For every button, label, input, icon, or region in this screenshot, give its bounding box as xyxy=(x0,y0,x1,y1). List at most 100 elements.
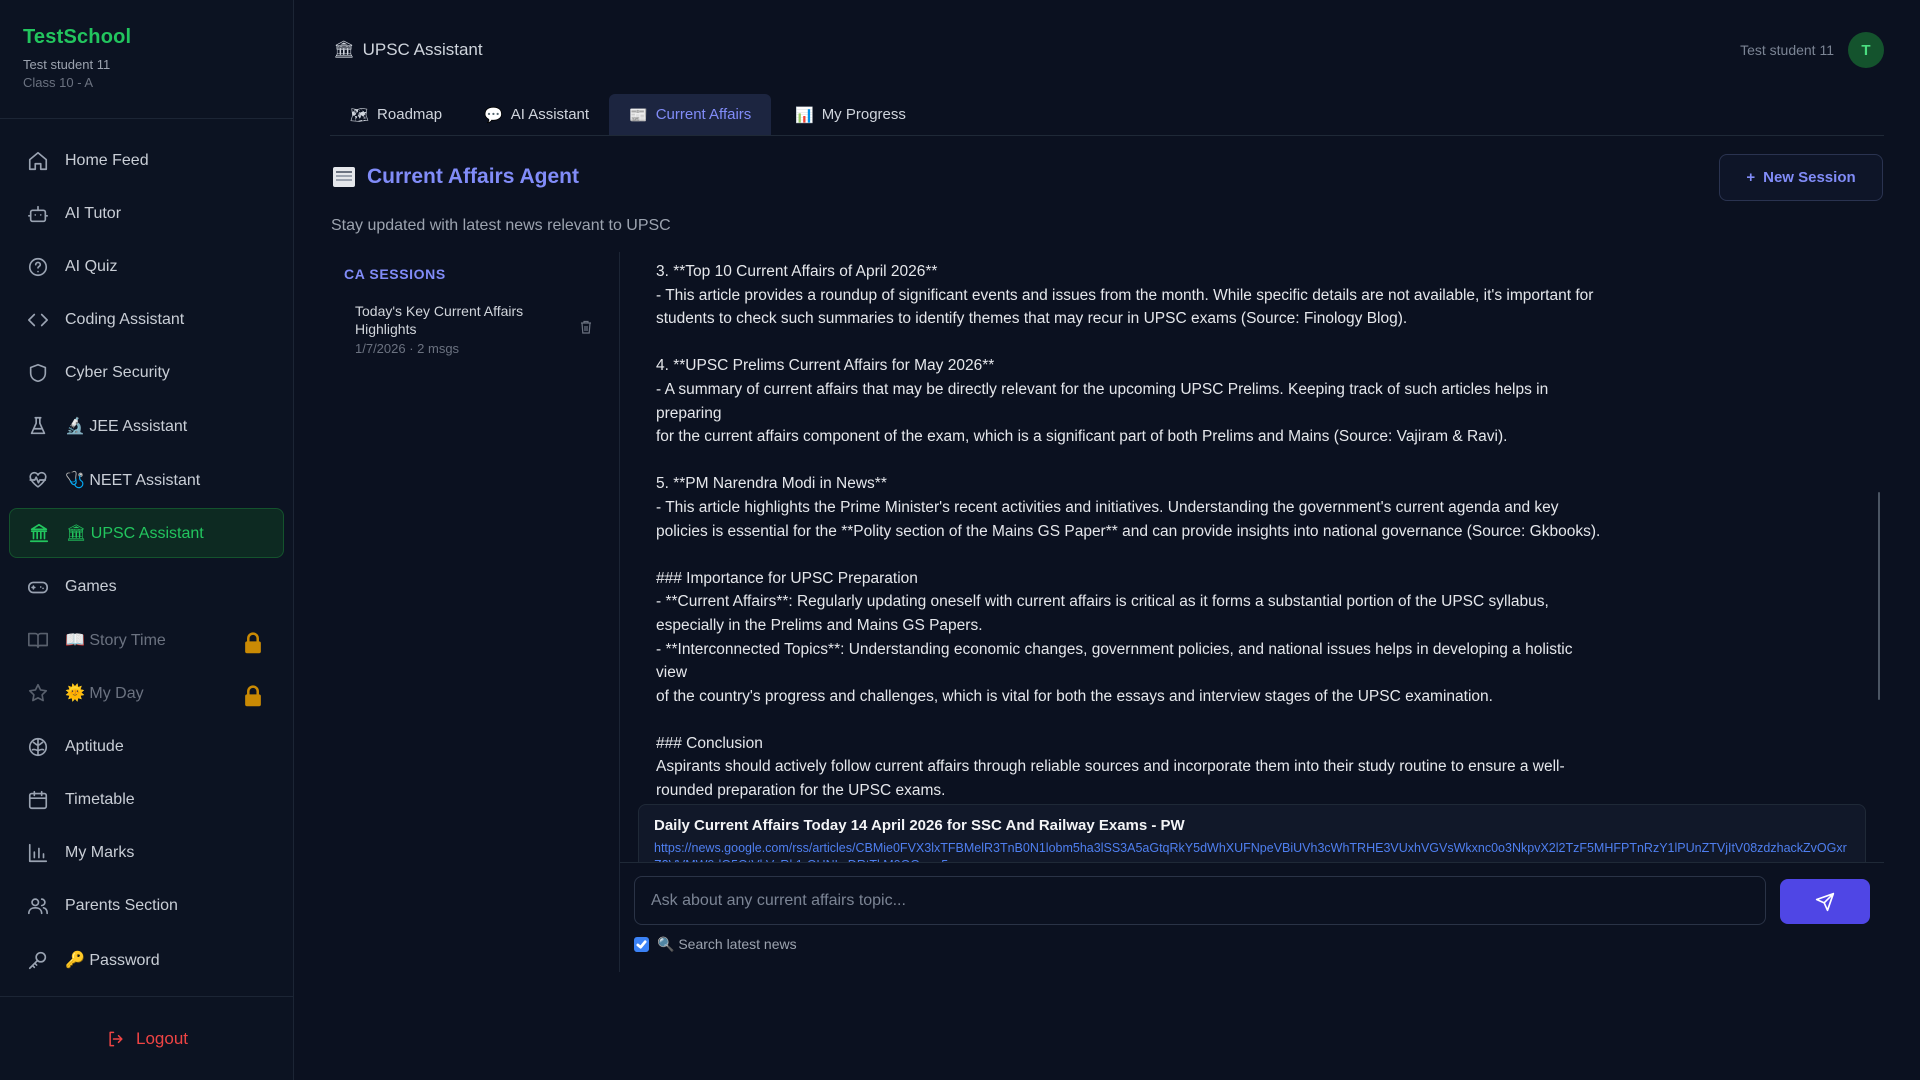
landmark-icon: 🏛 xyxy=(333,40,355,59)
assistant-message: 3. **Top 10 Current Affairs of April 202… xyxy=(656,260,1606,803)
users-icon xyxy=(28,898,48,915)
message-line: ### Conclusion xyxy=(656,734,763,752)
brain-icon xyxy=(28,737,48,757)
sidebar-item-label: Home Feed xyxy=(65,152,149,169)
avatar[interactable]: T xyxy=(1848,32,1884,68)
logout-button[interactable]: Logout xyxy=(106,1029,188,1049)
key-icon xyxy=(28,951,47,970)
newspaper-icon: 📰 xyxy=(629,106,648,124)
sidebar-item-cyber-security[interactable]: Cyber Security xyxy=(9,348,284,398)
tab-ai-assistant[interactable]: 💬 AI Assistant xyxy=(464,94,609,135)
sidebar-item-label: Coding Assistant xyxy=(65,311,185,328)
newspaper-icon xyxy=(333,167,355,187)
bar-chart-icon: 📊 xyxy=(795,106,814,124)
tab-label: My Progress xyxy=(821,106,906,123)
message-line: students to check such summaries to iden… xyxy=(656,310,1408,328)
gamepad-icon xyxy=(28,581,48,594)
news-source-card[interactable]: Daily Current Affairs Today 14 April 202… xyxy=(638,804,1866,862)
sidebar-user-name: Test student 11 xyxy=(23,57,111,72)
sidebar-item-label: 🏛 UPSC Assistant xyxy=(66,525,204,542)
session-meta: 1/7/2026 · 2 msgs xyxy=(355,341,460,356)
message-line: - This article highlights the Prime Mini… xyxy=(656,498,1559,516)
sidebar-item-home-feed[interactable]: Home Feed xyxy=(9,136,284,186)
sidebar-item-ai-tutor[interactable]: AI Tutor xyxy=(9,189,284,239)
scrollbar[interactable] xyxy=(1878,492,1880,700)
chat-input[interactable] xyxy=(651,891,1749,910)
session-item[interactable]: Today's Key Current Affairs Highlights 1… xyxy=(331,292,620,360)
tab-my-progress[interactable]: 📊 My Progress xyxy=(775,94,926,135)
message-line: Aspirants should actively follow current… xyxy=(656,758,1565,776)
sessions-heading: CA SESSIONS xyxy=(344,266,446,282)
sidebar-item-my-marks[interactable]: My Marks xyxy=(9,828,284,878)
sidebar-item-coding-assistant[interactable]: Coding Assistant xyxy=(9,295,284,345)
chat-input-wrapper xyxy=(634,876,1766,925)
sidebar-item-label: AI Quiz xyxy=(65,258,118,275)
bar-chart-icon xyxy=(28,843,48,863)
message-line: 4. **UPSC Prelims Current Affairs for Ma… xyxy=(656,357,995,375)
check-icon xyxy=(636,940,647,949)
new-session-button[interactable]: + New Session xyxy=(1719,154,1883,201)
sidebar-item-parents-section[interactable]: Parents Section xyxy=(9,881,284,931)
sidebar-item-label: Cyber Security xyxy=(65,364,170,381)
sidebar-footer: Logout xyxy=(0,996,294,1080)
page-title: 🏛 UPSC Assistant xyxy=(333,40,483,60)
logout-icon xyxy=(109,1031,123,1046)
sidebar-item-label: Timetable xyxy=(65,791,135,808)
robot-icon xyxy=(28,205,48,223)
sidebar-item-timetable[interactable]: Timetable xyxy=(9,775,284,825)
user-menu[interactable]: Test student 11 T xyxy=(1740,32,1884,68)
logout-label: Logout xyxy=(136,1028,188,1048)
sidebar-item-story-time[interactable]: 📖 Story Time xyxy=(9,615,284,665)
sidebar: TestSchool Test student 11 Class 10 - A … xyxy=(0,0,294,1080)
plus-icon: + xyxy=(1746,169,1756,186)
new-session-label: New Session xyxy=(1763,169,1856,186)
agent-title-text: Current Affairs Agent xyxy=(367,165,579,188)
sidebar-item-label: Parents Section xyxy=(65,897,178,914)
source-link[interactable]: https://news.google.com/rss/articles/CBM… xyxy=(654,840,1850,862)
sidebar-item-neet-assistant[interactable]: 🩺 NEET Assistant xyxy=(9,455,284,505)
home-icon xyxy=(28,151,48,171)
sidebar-item-label: 📖 Story Time xyxy=(65,632,166,649)
brand-block: TestSchool Test student 11 Class 10 - A xyxy=(0,0,293,119)
message-line: 3. **Top 10 Current Affairs of April 202… xyxy=(656,263,938,280)
flask-icon xyxy=(30,416,46,435)
search-news-checkbox[interactable] xyxy=(634,937,649,952)
sidebar-item-password[interactable]: 🔑 Password xyxy=(9,935,284,985)
sidebar-item-label: AI Tutor xyxy=(65,205,122,222)
message-line: rounded preparation for the UPSC exams. xyxy=(656,782,946,800)
message-line: for the current affairs component of the… xyxy=(656,428,1508,446)
sidebar-item-label: Games xyxy=(65,578,117,595)
message-line: - **Interconnected Topics**: Understandi… xyxy=(656,640,1573,682)
tab-roadmap[interactable]: 🗺 Roadmap xyxy=(330,94,462,135)
sidebar-item-aptitude[interactable]: Aptitude xyxy=(9,722,284,772)
tab-current-affairs[interactable]: 📰 Current Affairs xyxy=(609,94,772,135)
source-title: Daily Current Affairs Today 14 April 202… xyxy=(654,817,1185,834)
page-title-text: UPSC Assistant xyxy=(362,40,483,59)
message-line: - This article provides a roundup of sig… xyxy=(656,286,1594,304)
sidebar-item-my-day[interactable]: 🌞 My Day xyxy=(9,668,284,718)
shield-icon xyxy=(29,363,47,383)
sidebar-item-games[interactable]: Games xyxy=(9,562,284,612)
message-line: ### Importance for UPSC Preparation xyxy=(656,569,918,587)
trash-icon[interactable] xyxy=(580,320,592,334)
speech-bubble-icon: 💬 xyxy=(484,106,503,124)
help-circle-icon xyxy=(28,257,48,277)
calendar-icon xyxy=(28,790,48,810)
sidebar-item-label: 🌞 My Day xyxy=(65,685,144,702)
agent-title: Current Affairs Agent xyxy=(333,165,579,189)
tab-label: Current Affairs xyxy=(655,106,752,123)
send-button[interactable] xyxy=(1780,879,1870,924)
sidebar-item-label: Aptitude xyxy=(65,738,124,755)
search-latest-news-toggle[interactable]: 🔍 Search latest news xyxy=(634,936,797,953)
star-icon xyxy=(28,683,48,702)
sidebar-item-label: My Marks xyxy=(65,844,135,861)
sidebar-item-upsc-assistant[interactable]: 🏛 UPSC Assistant xyxy=(9,508,284,558)
sidebar-item-jee-assistant[interactable]: 🔬 JEE Assistant xyxy=(9,401,284,451)
chat-area[interactable]: 3. **Top 10 Current Affairs of April 202… xyxy=(620,252,1884,862)
agent-subtitle: Stay updated with latest news relevant t… xyxy=(331,217,671,234)
sidebar-item-ai-quiz[interactable]: AI Quiz xyxy=(9,242,284,292)
